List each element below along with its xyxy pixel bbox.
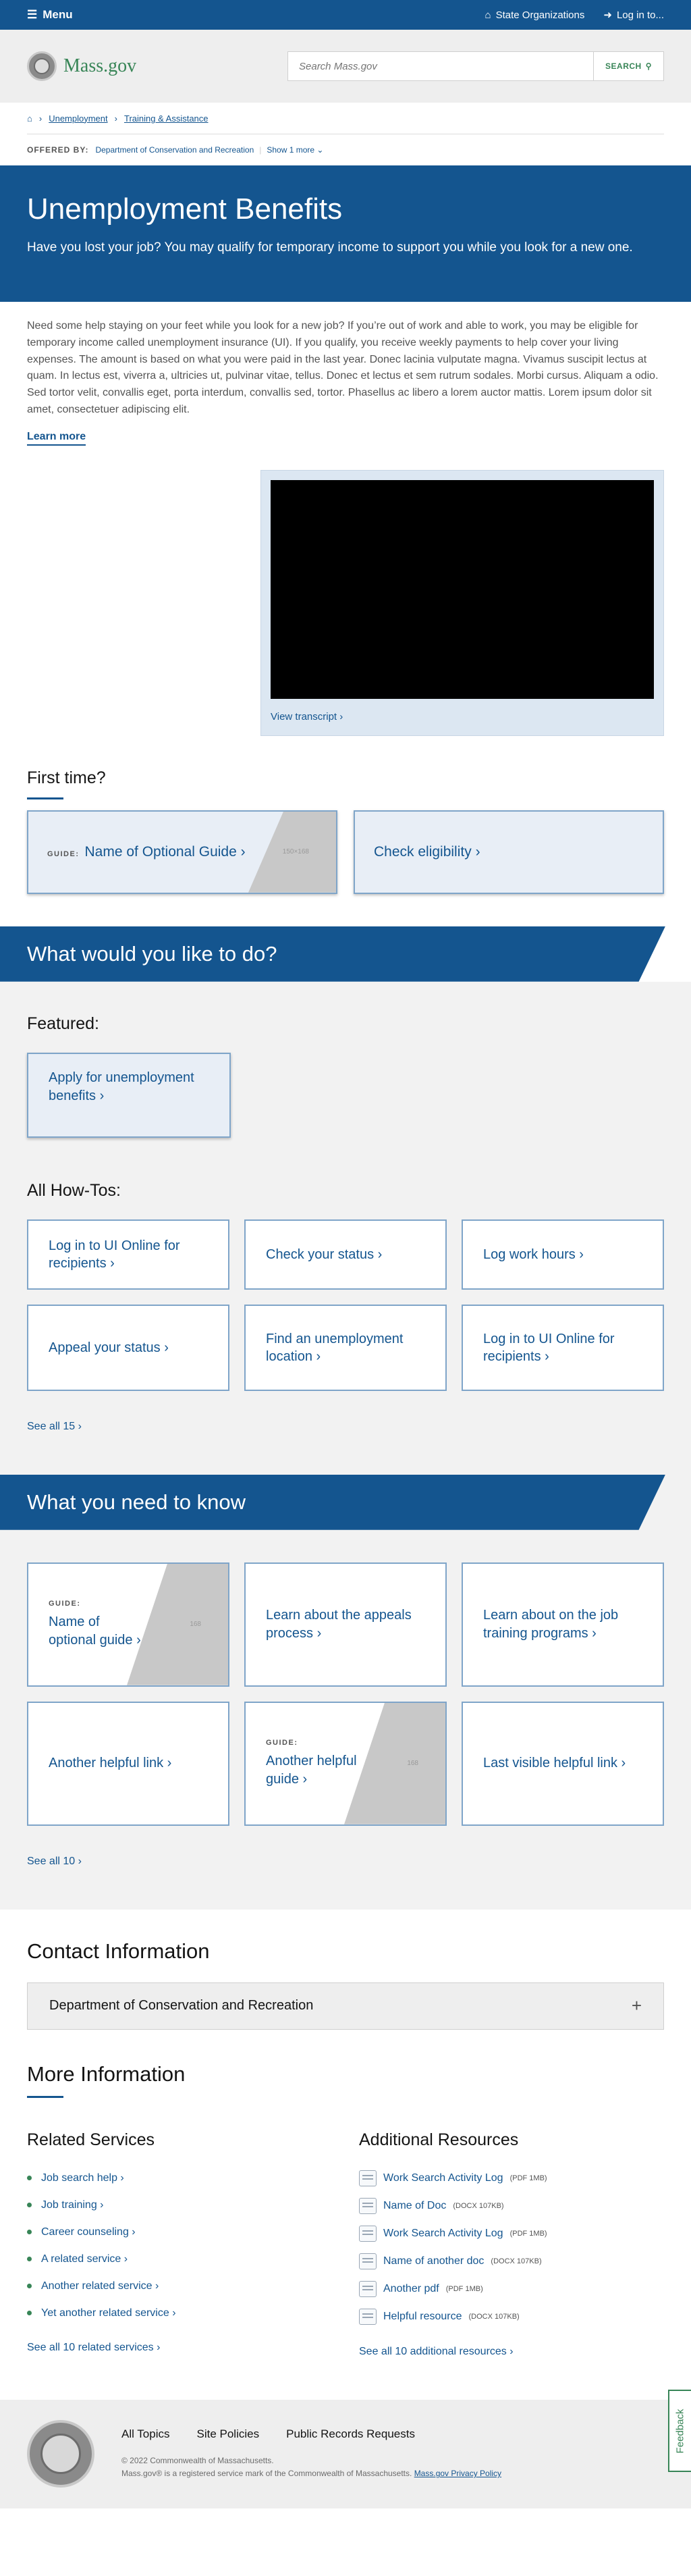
learn-more-link[interactable]: Learn more [27, 431, 86, 446]
show-more-button[interactable]: Show 1 more ⌄ [267, 145, 323, 155]
search-icon: ⚲ [645, 61, 652, 71]
howto-card[interactable]: Log work hours › [462, 1219, 664, 1290]
info-card[interactable]: Learn about on the job training programs… [462, 1562, 664, 1687]
offered-by: OFFERED BY: Department of Conservation a… [27, 145, 324, 155]
resource-link[interactable]: Helpful resource (DOCX 107KB) [359, 2303, 664, 2331]
related-service-link[interactable]: Job training › [27, 2192, 332, 2219]
contact-heading: Contact Information [27, 1939, 210, 1963]
section-banner-what-to-do: What would you like to do? [0, 926, 691, 982]
howto-card[interactable]: Log in to UI Online for recipients › [462, 1304, 664, 1391]
resource-link[interactable]: Work Search Activity Log (PDF 1MB) [359, 2220, 664, 2248]
related-service-link[interactable]: Another related service › [27, 2273, 332, 2300]
guide-card[interactable]: GUIDE: Name of Optional Guide › 150×168 [27, 810, 337, 894]
search-input[interactable] [288, 52, 593, 80]
chevron-right-icon: › [38, 113, 43, 124]
document-icon [359, 2309, 377, 2325]
feedback-tab[interactable]: Feedback [668, 2390, 691, 2472]
document-icon [359, 2198, 377, 2215]
intro-text: Need some help staying on your feet whil… [27, 320, 659, 415]
related-service-link[interactable]: Job search help › [27, 2165, 332, 2192]
hamburger-icon: ☰ [27, 8, 38, 21]
related-service-link[interactable]: A related service › [27, 2246, 332, 2273]
see-all-need-to-know-link[interactable]: See all 10 › [27, 1856, 82, 1868]
login-icon: ➜ [603, 9, 612, 21]
video-container: View transcript › [260, 469, 664, 736]
info-card[interactable]: Last visible helpful link › [462, 1701, 664, 1826]
plus-icon: + [631, 1995, 642, 2016]
site-header: Mass.gov SEARCH⚲ [0, 30, 691, 103]
document-icon [359, 2253, 377, 2270]
additional-resources: Additional Resources Work Search Activit… [359, 2130, 664, 2358]
breadcrumb-unemployment[interactable]: Unemployment [49, 113, 107, 124]
see-all-related-link[interactable]: See all 10 related services › [27, 2342, 332, 2354]
related-services: Related Services Job search help › Job t… [27, 2130, 332, 2358]
breadcrumb: ⌂ › Unemployment › Training & Assistance [0, 103, 691, 134]
see-all-howtos-link[interactable]: See all 15 › [27, 1421, 82, 1433]
related-service-link[interactable]: Yet another related service › [27, 2300, 332, 2327]
info-card[interactable]: Learn about the appeals process › [244, 1562, 447, 1687]
mass-gov-logo[interactable]: Mass.gov [27, 51, 136, 81]
howto-card[interactable]: Log in to UI Online for recipients › [27, 1219, 229, 1290]
chevron-right-icon: › [114, 113, 117, 124]
document-icon [359, 2170, 377, 2187]
resource-link[interactable]: Work Search Activity Log (PDF 1MB) [359, 2165, 664, 2192]
page-subtitle: Have you lost your job? You may qualify … [27, 240, 633, 255]
resource-link[interactable]: Name of Doc (DOCX 107KB) [359, 2192, 664, 2220]
howto-card[interactable]: Check your status › [244, 1219, 447, 1290]
featured-apply-card[interactable]: Apply for unemployment benefits › [27, 1052, 231, 1138]
offered-by-org-link[interactable]: Department of Conservation and Recreatio… [95, 145, 254, 155]
footer-link-all-topics[interactable]: All Topics [121, 2427, 170, 2441]
chevron-down-icon: ⌄ [316, 145, 324, 155]
home-icon[interactable]: ⌂ [27, 113, 32, 124]
howto-card[interactable]: Find an unemployment location › [244, 1304, 447, 1391]
menu-button[interactable]: ☰ Menu [27, 8, 73, 22]
check-eligibility-card[interactable]: Check eligibility › [354, 810, 664, 894]
breadcrumb-training[interactable]: Training & Assistance [124, 113, 209, 124]
video-player[interactable] [271, 479, 654, 699]
need-to-know-section: GUIDE: Name of optional guide › 168 Learn… [0, 1529, 691, 1910]
privacy-policy-link[interactable]: Mass.gov Privacy Policy [414, 2469, 501, 2478]
state-seal-icon [27, 2420, 94, 2488]
related-service-link[interactable]: Career counseling › [27, 2219, 332, 2246]
document-icon [359, 2226, 377, 2242]
see-all-resources-link[interactable]: See all 10 additional resources › [359, 2346, 664, 2358]
search-bar: SEARCH⚲ [287, 51, 664, 81]
image-placeholder: 150×168 [248, 811, 336, 893]
guide-card[interactable]: GUIDE: Name of optional guide › 168 [27, 1562, 229, 1687]
resource-link[interactable]: Another pdf (PDF 1MB) [359, 2276, 664, 2303]
info-card[interactable]: Another helpful link › [27, 1701, 229, 1826]
top-utility-bar: ☰ Menu ⌂ State Organizations ➜ Log in to..… [0, 0, 691, 30]
view-transcript-link[interactable]: View transcript › [271, 711, 654, 722]
resource-link[interactable]: Name of another doc (DOCX 107KB) [359, 2248, 664, 2276]
featured-heading: Featured: [27, 1014, 100, 1033]
document-icon [359, 2281, 377, 2298]
contact-accordion[interactable]: Department of Conservation and Recreatio… [27, 1982, 664, 2030]
howto-card[interactable]: Appeal your status › [27, 1304, 229, 1391]
login-button[interactable]: ➜ Log in to... [603, 9, 664, 22]
state-seal-icon [27, 51, 57, 81]
what-to-do-section: Featured: Apply for unemployment benefit… [0, 981, 691, 1475]
page-title: Unemployment Benefits [27, 192, 343, 226]
state-organizations-button[interactable]: ⌂ State Organizations [485, 9, 585, 21]
footer-link-public-records[interactable]: Public Records Requests [286, 2427, 415, 2441]
building-icon: ⌂ [485, 9, 491, 21]
copyright: © 2022 Commonwealth of Massachusetts. [121, 2456, 274, 2466]
section-banner-need-to-know: What you need to know [0, 1474, 691, 1530]
guide-card[interactable]: GUIDE: Another helpful guide › 168 [244, 1701, 447, 1826]
more-info-heading: More Information [27, 2061, 186, 2086]
first-time-heading: First time? [27, 768, 106, 787]
all-howtos-heading: All How-Tos: [27, 1180, 121, 1200]
page-banner: Unemployment Benefits Have you lost your… [0, 165, 691, 302]
search-button[interactable]: SEARCH ⚲ [593, 52, 663, 80]
site-footer: All Topics Site Policies Public Records … [0, 2399, 691, 2508]
footer-link-site-policies[interactable]: Site Policies [197, 2427, 260, 2441]
menu-label: Menu [43, 8, 73, 21]
